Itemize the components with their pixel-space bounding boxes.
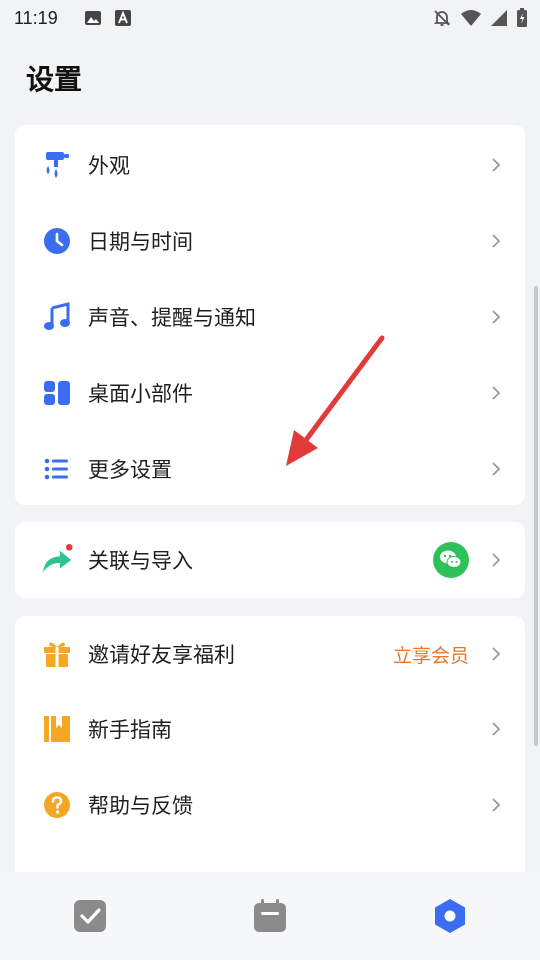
nav-tasks[interactable] [72, 898, 108, 934]
settings-item-label: 邀请好友享福利 [88, 643, 235, 667]
checkbox-icon [74, 900, 106, 932]
wifi-icon [461, 10, 481, 26]
text-notification-icon [114, 10, 131, 26]
about-icon [41, 865, 73, 872]
settings-item-label: 更多设置 [88, 458, 172, 482]
book-icon [41, 713, 73, 745]
misc-card: 邀请好友享福利 立享会员 新手指南 帮助与反馈 [15, 616, 525, 872]
bottom-nav [0, 872, 540, 960]
battery-icon [517, 8, 527, 27]
nav-calendar[interactable] [252, 898, 288, 934]
settings-item-label: 桌面小部件 [88, 382, 193, 406]
chevron-right-icon [492, 462, 501, 476]
wechat-icon [433, 542, 469, 578]
chevron-right-icon [492, 234, 501, 248]
settings-item-label: 关联与导入 [88, 549, 193, 573]
settings-card: 外观 日期与时间 声音、提醒与通知 桌面小部件 更多设置 [15, 125, 525, 505]
chevron-right-icon [492, 798, 501, 812]
image-notification-icon [84, 11, 101, 25]
settings-item-datetime[interactable]: 日期与时间 [15, 203, 525, 279]
settings-item-partial[interactable] [15, 843, 525, 872]
settings-item-widgets[interactable]: 桌面小部件 [15, 355, 525, 431]
settings-item-label: 声音、提醒与通知 [88, 306, 256, 330]
nav-settings[interactable] [432, 898, 468, 934]
signal-icon [491, 10, 507, 26]
bell-off-icon [433, 10, 451, 26]
settings-item-link-import[interactable]: 关联与导入 [15, 522, 525, 598]
settings-scroll-area[interactable]: 外观 日期与时间 声音、提醒与通知 桌面小部件 更多设置 关联与导入 邀请好友享… [0, 124, 540, 872]
settings-item-invite[interactable]: 邀请好友享福利 立享会员 [15, 616, 525, 692]
chevron-right-icon [492, 386, 501, 400]
gift-icon [41, 638, 73, 670]
settings-item-label: 新手指南 [88, 718, 172, 742]
question-icon [41, 789, 73, 821]
chevron-right-icon [492, 158, 501, 172]
calendar-icon [254, 899, 286, 932]
settings-item-label: 日期与时间 [88, 230, 193, 254]
paint-roller-icon [41, 149, 73, 181]
status-bar: 11:19 [0, 0, 540, 36]
settings-item-help[interactable]: 帮助与反馈 [15, 767, 525, 843]
list-settings-icon [41, 453, 73, 485]
settings-item-label: 外观 [88, 154, 130, 178]
share-arrow-icon [41, 544, 73, 576]
widgets-icon [41, 377, 73, 409]
page-title: 设置 [26, 63, 83, 96]
chevron-right-icon [492, 722, 501, 736]
settings-item-more[interactable]: 更多设置 [15, 431, 525, 507]
chevron-right-icon [492, 647, 501, 661]
music-note-icon [41, 301, 73, 333]
promo-text: 立享会员 [392, 644, 469, 667]
chevron-right-icon [492, 310, 501, 324]
settings-item-label: 帮助与反馈 [88, 794, 193, 818]
scrollbar[interactable] [534, 286, 538, 746]
link-card: 关联与导入 [15, 522, 525, 598]
chevron-right-icon [492, 553, 501, 567]
settings-item-guide[interactable]: 新手指南 [15, 691, 525, 767]
settings-item-sound[interactable]: 声音、提醒与通知 [15, 279, 525, 355]
settings-item-appearance[interactable]: 外观 [15, 127, 525, 203]
clock-icon [41, 225, 73, 257]
status-time: 11:19 [14, 7, 58, 28]
hexagon-settings-icon [435, 899, 465, 933]
